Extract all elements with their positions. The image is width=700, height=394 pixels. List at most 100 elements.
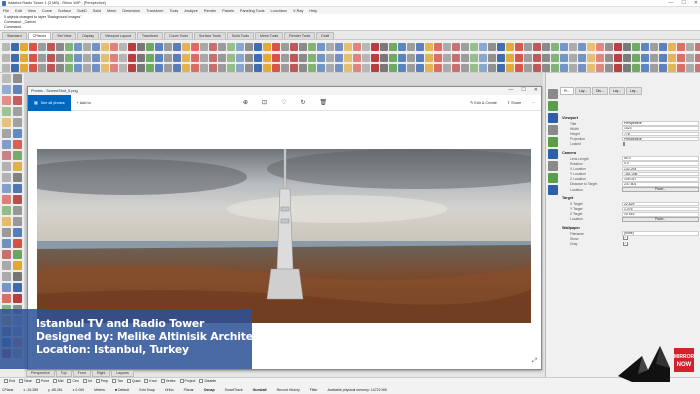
main-tool-icon[interactable] <box>2 42 10 51</box>
osnap-checkbox[interactable] <box>95 379 100 383</box>
main-tool-icon[interactable] <box>695 42 700 51</box>
plugin-tool-icon[interactable] <box>173 63 181 72</box>
secondary-tool-icon[interactable] <box>335 54 343 62</box>
main-tool-icon[interactable] <box>452 42 460 51</box>
crop-icon[interactable]: ⊡ <box>262 99 267 106</box>
secondary-tool-icon[interactable] <box>128 54 136 62</box>
main-tool-icon[interactable] <box>686 42 694 51</box>
sidebar-tool-icon[interactable] <box>13 74 22 83</box>
main-tool-icon[interactable] <box>20 42 28 51</box>
plugin-tool-icon[interactable] <box>632 63 640 72</box>
osnap-checkbox[interactable] <box>112 379 117 383</box>
plugin-tool-icon[interactable] <box>461 63 469 72</box>
tab-render-tools[interactable]: Render Tools <box>284 32 316 39</box>
main-tool-icon[interactable] <box>650 42 658 51</box>
menu-item-v-ray[interactable]: V-Ray <box>293 9 303 13</box>
secondary-tool-icon[interactable] <box>164 54 172 62</box>
secondary-tool-icon[interactable] <box>227 54 235 62</box>
more-options-icon[interactable]: ··· <box>531 101 535 105</box>
zoom-icon[interactable]: ⊕ <box>243 99 248 106</box>
secondary-tool-icon[interactable] <box>254 54 262 62</box>
main-tool-icon[interactable] <box>92 42 100 51</box>
sidebar-tool-icon[interactable] <box>13 195 22 204</box>
camera-value-field[interactable]: 237.801 <box>622 182 699 187</box>
tab-standard[interactable]: Standard <box>2 32 27 39</box>
plugin-tool-icon[interactable] <box>506 63 514 72</box>
osnap-vertex[interactable]: Vertex <box>160 379 176 383</box>
grid-snap-toggle[interactable]: Grid Snap <box>139 388 155 392</box>
secondary-tool-icon[interactable] <box>506 54 514 62</box>
sidebar-tool-icon[interactable] <box>2 173 11 182</box>
plugin-tool-icon[interactable] <box>677 63 685 72</box>
main-tool-icon[interactable] <box>371 42 379 51</box>
sidebar-tool-icon[interactable] <box>13 228 22 237</box>
plugin-tool-icon[interactable] <box>623 63 631 72</box>
main-tool-icon[interactable] <box>425 42 433 51</box>
plugin-tool-icon[interactable] <box>416 63 424 72</box>
sidebar-tool-icon[interactable] <box>13 173 22 182</box>
plugin-tool-icon[interactable] <box>524 63 532 72</box>
secondary-tool-icon[interactable] <box>650 54 658 62</box>
menu-item-mesh[interactable]: Mesh <box>107 9 116 13</box>
plugin-tool-icon[interactable] <box>362 63 370 72</box>
plugin-tool-icon[interactable] <box>236 63 244 72</box>
photos-maximize-button[interactable]: ☐ <box>521 87 525 93</box>
menu-item-dimension[interactable]: Dimension <box>122 9 140 13</box>
camera-value-field[interactable]: 0.0 <box>622 161 699 167</box>
sidebar-tool-icon[interactable] <box>13 85 22 94</box>
osnap-knot[interactable]: Knot <box>144 379 157 383</box>
plugin-tool-icon[interactable] <box>299 63 307 72</box>
secondary-tool-icon[interactable] <box>56 54 64 62</box>
secondary-tool-icon[interactable] <box>479 54 487 62</box>
sidebar-tool-icon[interactable] <box>13 107 22 116</box>
main-tool-icon[interactable] <box>380 42 388 51</box>
secondary-tool-icon[interactable] <box>371 54 379 62</box>
plugin-tool-icon[interactable] <box>659 63 667 72</box>
plugin-tool-icon[interactable] <box>65 63 73 72</box>
main-tool-icon[interactable] <box>308 42 316 51</box>
plugin-tool-icon[interactable] <box>110 63 118 72</box>
panel-icon[interactable] <box>548 101 558 111</box>
panel-icon[interactable] <box>548 173 558 183</box>
sidebar-tool-icon[interactable] <box>2 129 11 138</box>
main-tool-icon[interactable] <box>389 42 397 51</box>
main-tool-icon[interactable] <box>659 42 667 51</box>
locked-checkbox[interactable] <box>623 142 625 147</box>
main-tool-icon[interactable] <box>155 42 163 51</box>
tab-cplanes[interactable]: CPlanes <box>27 32 52 39</box>
plugin-tool-icon[interactable] <box>407 63 415 72</box>
main-tool-icon[interactable] <box>335 42 343 51</box>
plugin-tool-icon[interactable] <box>272 63 280 72</box>
main-tool-icon[interactable] <box>479 42 487 51</box>
secondary-tool-icon[interactable] <box>317 54 325 62</box>
sidebar-tool-icon[interactable] <box>13 217 22 226</box>
layer-label[interactable]: ■ Default <box>115 388 129 392</box>
secondary-tool-icon[interactable] <box>38 54 46 62</box>
viewport-tab-layouts[interactable]: Layouts <box>111 370 134 377</box>
add-to-button[interactable]: + Add to <box>77 101 91 105</box>
secondary-tool-icon[interactable] <box>623 54 631 62</box>
place-button[interactable]: Place... <box>622 187 699 192</box>
main-tool-icon[interactable] <box>434 42 442 51</box>
secondary-tool-icon[interactable] <box>398 54 406 62</box>
panel-icon[interactable] <box>548 137 558 147</box>
secondary-tool-icon[interactable] <box>389 54 397 62</box>
sidebar-tool-icon[interactable] <box>2 217 11 226</box>
camera-value-field[interactable]: 50.0 <box>622 156 699 161</box>
plugin-tool-icon[interactable] <box>650 63 658 72</box>
menu-item-panels[interactable]: Panels <box>222 9 234 13</box>
menu-item-lunchbox[interactable]: Lunchbox <box>271 9 287 13</box>
sidebar-tool-icon[interactable] <box>2 195 11 204</box>
osnap-quad[interactable]: Quad <box>126 379 140 383</box>
sidebar-tool-icon[interactable] <box>13 250 22 259</box>
main-tool-icon[interactable] <box>407 42 415 51</box>
viewport-tab-front[interactable]: Front <box>72 370 91 377</box>
secondary-tool-icon[interactable] <box>668 54 676 62</box>
main-tool-icon[interactable] <box>542 42 550 51</box>
sidebar-tool-icon[interactable] <box>2 239 11 248</box>
secondary-tool-icon[interactable] <box>560 54 568 62</box>
plugin-tool-icon[interactable] <box>164 63 172 72</box>
gray-checkbox[interactable]: ✓ <box>623 241 628 246</box>
menu-item-help[interactable]: Help <box>309 9 317 13</box>
main-tool-icon[interactable] <box>677 42 685 51</box>
